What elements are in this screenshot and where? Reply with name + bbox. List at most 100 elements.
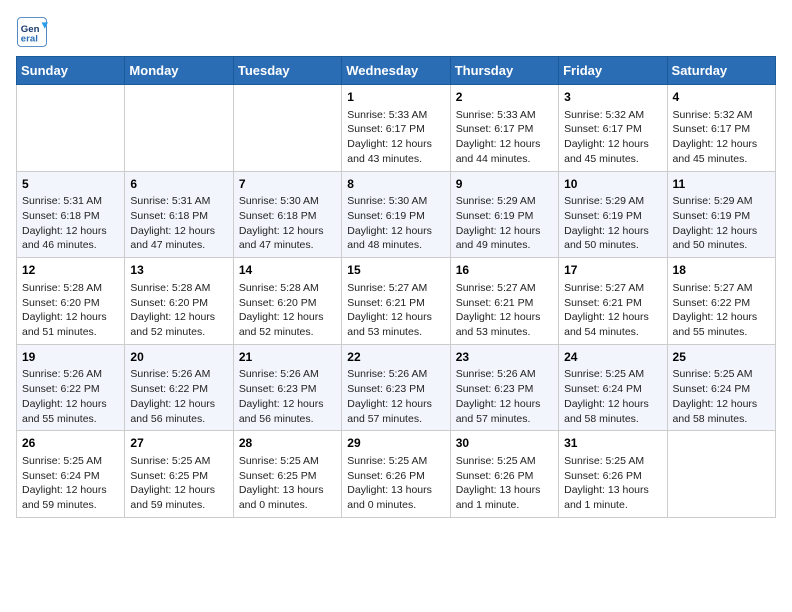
day-info: Sunrise: 5:29 AM Sunset: 6:19 PM Dayligh… — [564, 194, 661, 253]
day-info: Sunrise: 5:32 AM Sunset: 6:17 PM Dayligh… — [564, 108, 661, 167]
calendar-table: SundayMondayTuesdayWednesdayThursdayFrid… — [16, 56, 776, 518]
day-info: Sunrise: 5:25 AM Sunset: 6:26 PM Dayligh… — [456, 454, 553, 513]
day-number: 5 — [22, 176, 119, 193]
calendar-cell: 30 Sunrise: 5:25 AM Sunset: 6:26 PM Dayli… — [450, 431, 558, 518]
day-number: 11 — [673, 176, 770, 193]
day-number: 31 — [564, 435, 661, 452]
day-info: Sunrise: 5:25 AM Sunset: 6:25 PM Dayligh… — [130, 454, 227, 513]
day-info: Sunrise: 5:25 AM Sunset: 6:26 PM Dayligh… — [564, 454, 661, 513]
day-number: 25 — [673, 349, 770, 366]
day-number: 19 — [22, 349, 119, 366]
day-info: Sunrise: 5:29 AM Sunset: 6:19 PM Dayligh… — [673, 194, 770, 253]
calendar-cell — [17, 85, 125, 172]
day-info: Sunrise: 5:29 AM Sunset: 6:19 PM Dayligh… — [456, 194, 553, 253]
calendar-cell: 14Sunrise: 5:28 AM Sunset: 6:20 PM Dayli… — [233, 258, 341, 345]
day-number: 20 — [130, 349, 227, 366]
day-info: Sunrise: 5:26 AM Sunset: 6:22 PM Dayligh… — [130, 367, 227, 426]
weekday-header: Tuesday — [233, 57, 341, 85]
calendar-cell: 2 Sunrise: 5:33 AM Sunset: 6:17 PM Daylig… — [450, 85, 558, 172]
calendar-week-row: 5Sunrise: 5:31 AM Sunset: 6:18 PM Daylig… — [17, 171, 776, 258]
day-number: 21 — [239, 349, 336, 366]
day-info: Sunrise: 5:25 AM Sunset: 6:26 PM Dayligh… — [347, 454, 444, 513]
calendar-cell: 19Sunrise: 5:26 AM Sunset: 6:22 PM Dayli… — [17, 344, 125, 431]
calendar-cell: 29 Sunrise: 5:25 AM Sunset: 6:26 PM Dayli… — [342, 431, 450, 518]
day-number: 22 — [347, 349, 444, 366]
day-number: 18 — [673, 262, 770, 279]
day-number: 13 — [130, 262, 227, 279]
calendar-cell: 26 Sunrise: 5:25 AM Sunset: 6:24 PM Dayli… — [17, 431, 125, 518]
day-number: 4 — [673, 89, 770, 106]
calendar-cell: 8Sunrise: 5:30 AM Sunset: 6:19 PM Daylig… — [342, 171, 450, 258]
day-number: 8 — [347, 176, 444, 193]
day-info: Sunrise: 5:32 AM Sunset: 6:17 PM Dayligh… — [673, 108, 770, 167]
day-number: 6 — [130, 176, 227, 193]
day-info: Sunrise: 5:26 AM Sunset: 6:23 PM Dayligh… — [239, 367, 336, 426]
calendar-cell: 23Sunrise: 5:26 AM Sunset: 6:23 PM Dayli… — [450, 344, 558, 431]
day-number: 30 — [456, 435, 553, 452]
day-number: 9 — [456, 176, 553, 193]
calendar-cell: 13Sunrise: 5:28 AM Sunset: 6:20 PM Dayli… — [125, 258, 233, 345]
day-number: 7 — [239, 176, 336, 193]
day-info: Sunrise: 5:33 AM Sunset: 6:17 PM Dayligh… — [347, 108, 444, 167]
calendar-cell: 20Sunrise: 5:26 AM Sunset: 6:22 PM Dayli… — [125, 344, 233, 431]
day-info: Sunrise: 5:27 AM Sunset: 6:22 PM Dayligh… — [673, 281, 770, 340]
day-number: 15 — [347, 262, 444, 279]
calendar-cell — [233, 85, 341, 172]
day-info: Sunrise: 5:33 AM Sunset: 6:17 PM Dayligh… — [456, 108, 553, 167]
day-info: Sunrise: 5:30 AM Sunset: 6:18 PM Dayligh… — [239, 194, 336, 253]
calendar-cell: 28 Sunrise: 5:25 AM Sunset: 6:25 PM Dayli… — [233, 431, 341, 518]
svg-text:eral: eral — [21, 34, 38, 45]
calendar-week-row: 12 Sunrise: 5:28 AM Sunset: 6:20 PM Dayli… — [17, 258, 776, 345]
calendar-cell: 9Sunrise: 5:29 AM Sunset: 6:19 PM Daylig… — [450, 171, 558, 258]
calendar-cell: 21Sunrise: 5:26 AM Sunset: 6:23 PM Dayli… — [233, 344, 341, 431]
calendar-cell: 3 Sunrise: 5:32 AM Sunset: 6:17 PM Daylig… — [559, 85, 667, 172]
day-info: Sunrise: 5:26 AM Sunset: 6:22 PM Dayligh… — [22, 367, 119, 426]
weekday-header: Thursday — [450, 57, 558, 85]
calendar-cell: 22Sunrise: 5:26 AM Sunset: 6:23 PM Dayli… — [342, 344, 450, 431]
day-number: 16 — [456, 262, 553, 279]
calendar-cell: 12 Sunrise: 5:28 AM Sunset: 6:20 PM Dayli… — [17, 258, 125, 345]
weekday-header: Saturday — [667, 57, 775, 85]
day-info: Sunrise: 5:26 AM Sunset: 6:23 PM Dayligh… — [456, 367, 553, 426]
calendar-cell: 6Sunrise: 5:31 AM Sunset: 6:18 PM Daylig… — [125, 171, 233, 258]
day-info: Sunrise: 5:27 AM Sunset: 6:21 PM Dayligh… — [456, 281, 553, 340]
day-number: 27 — [130, 435, 227, 452]
day-info: Sunrise: 5:25 AM Sunset: 6:25 PM Dayligh… — [239, 454, 336, 513]
weekday-header: Monday — [125, 57, 233, 85]
day-info: Sunrise: 5:25 AM Sunset: 6:24 PM Dayligh… — [564, 367, 661, 426]
day-number: 12 — [22, 262, 119, 279]
day-number: 17 — [564, 262, 661, 279]
weekday-header: Sunday — [17, 57, 125, 85]
calendar-cell: 10Sunrise: 5:29 AM Sunset: 6:19 PM Dayli… — [559, 171, 667, 258]
day-number: 28 — [239, 435, 336, 452]
day-number: 2 — [456, 89, 553, 106]
day-info: Sunrise: 5:25 AM Sunset: 6:24 PM Dayligh… — [22, 454, 119, 513]
day-info: Sunrise: 5:30 AM Sunset: 6:19 PM Dayligh… — [347, 194, 444, 253]
day-number: 26 — [22, 435, 119, 452]
calendar-cell: 24Sunrise: 5:25 AM Sunset: 6:24 PM Dayli… — [559, 344, 667, 431]
day-number: 29 — [347, 435, 444, 452]
day-info: Sunrise: 5:31 AM Sunset: 6:18 PM Dayligh… — [22, 194, 119, 253]
weekday-header: Friday — [559, 57, 667, 85]
calendar-cell: 25Sunrise: 5:25 AM Sunset: 6:24 PM Dayli… — [667, 344, 775, 431]
day-number: 10 — [564, 176, 661, 193]
page-header: Gen eral — [16, 16, 776, 48]
calendar-cell: 1 Sunrise: 5:33 AM Sunset: 6:17 PM Daylig… — [342, 85, 450, 172]
day-number: 1 — [347, 89, 444, 106]
calendar-cell: 17 Sunrise: 5:27 AM Sunset: 6:21 PM Dayli… — [559, 258, 667, 345]
calendar-week-row: 26 Sunrise: 5:25 AM Sunset: 6:24 PM Dayli… — [17, 431, 776, 518]
calendar-cell: 18 Sunrise: 5:27 AM Sunset: 6:22 PM Dayli… — [667, 258, 775, 345]
calendar-cell: 31 Sunrise: 5:25 AM Sunset: 6:26 PM Dayli… — [559, 431, 667, 518]
calendar-cell: 11Sunrise: 5:29 AM Sunset: 6:19 PM Dayli… — [667, 171, 775, 258]
day-info: Sunrise: 5:27 AM Sunset: 6:21 PM Dayligh… — [564, 281, 661, 340]
day-info: Sunrise: 5:28 AM Sunset: 6:20 PM Dayligh… — [22, 281, 119, 340]
weekday-header: Wednesday — [342, 57, 450, 85]
calendar-cell — [125, 85, 233, 172]
calendar-cell: 15Sunrise: 5:27 AM Sunset: 6:21 PM Dayli… — [342, 258, 450, 345]
calendar-cell: 7Sunrise: 5:30 AM Sunset: 6:18 PM Daylig… — [233, 171, 341, 258]
calendar-cell — [667, 431, 775, 518]
day-info: Sunrise: 5:31 AM Sunset: 6:18 PM Dayligh… — [130, 194, 227, 253]
day-number: 23 — [456, 349, 553, 366]
day-number: 3 — [564, 89, 661, 106]
calendar-week-row: 19Sunrise: 5:26 AM Sunset: 6:22 PM Dayli… — [17, 344, 776, 431]
